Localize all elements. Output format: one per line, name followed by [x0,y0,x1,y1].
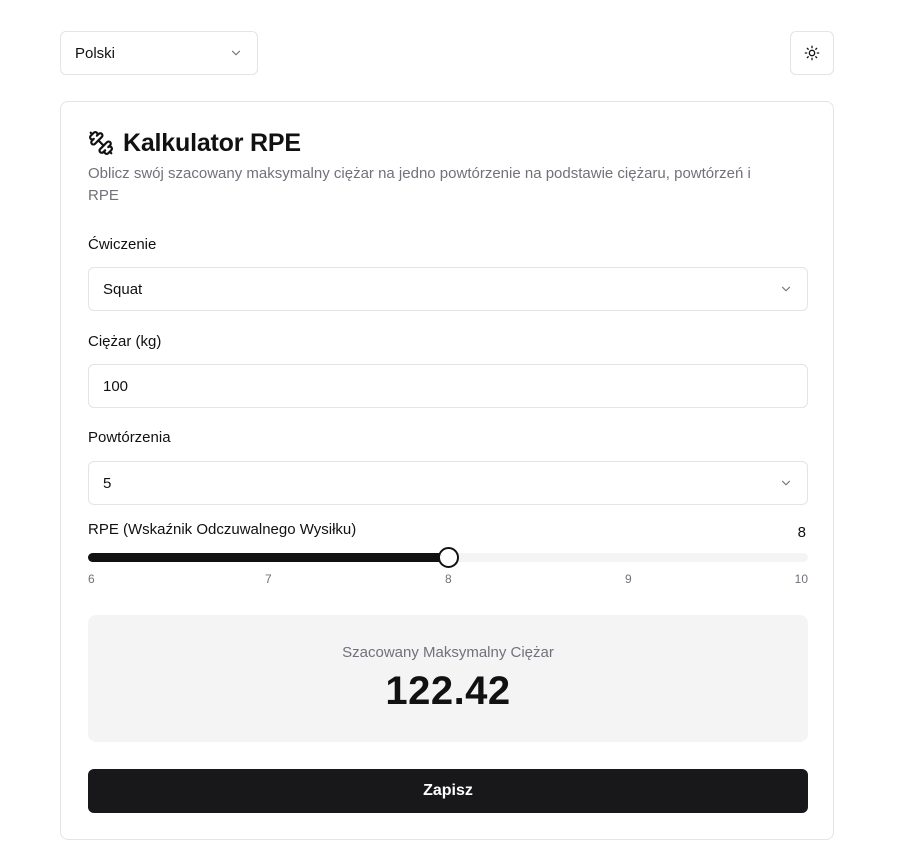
language-select[interactable]: Polski [60,31,258,75]
chevron-down-icon [781,286,791,292]
rpe-slider-fill [88,553,448,562]
weight-label: Ciężar (kg) [88,333,162,350]
reps-select-value: 5 [103,474,112,492]
rpe-tick-7: 7 [265,572,272,586]
theme-toggle-button[interactable] [790,31,834,75]
rpe-label: RPE (Wskaźnik Odczuwalnego Wysiłku) [88,521,357,538]
reps-select[interactable]: 5 [88,461,808,505]
page-subtitle: Oblicz swój szacowany maksymalny ciężar … [88,165,751,204]
rpe-current-value: 8 [797,524,806,541]
estimated-max-label: Szacowany Maksymalny Ciężar [342,644,554,661]
page-title: Kalkulator RPE [123,128,301,157]
rpe-slider[interactable] [88,547,808,568]
rpe-tick-8: 8 [445,572,452,586]
save-button[interactable]: Zapisz [88,769,808,813]
card-header: Kalkulator RPE Oblicz swój szacowany mak… [88,128,808,207]
rpe-calculator-card: Kalkulator RPE Oblicz swój szacowany mak… [60,101,834,840]
exercise-select-value: Squat [103,280,143,298]
weight-input[interactable]: 100 [88,364,808,408]
rpe-tick-10: 10 [794,572,808,586]
rpe-tick-9: 9 [625,572,632,586]
rpe-tick-labels: 6 7 8 9 10 [88,572,808,588]
top-bar: Polski [60,31,834,75]
chevron-down-icon [231,50,241,56]
sun-icon [804,45,820,61]
reps-label: Powtórzenia [88,429,171,446]
estimated-max-value: 122.42 [385,669,511,713]
rpe-slider-thumb[interactable] [437,547,459,568]
dumbbell-icon [89,131,113,155]
rpe-tick-6: 6 [88,572,95,586]
exercise-select[interactable]: Squat [88,267,808,311]
exercise-label: Ćwiczenie [88,236,157,253]
chevron-down-icon [781,480,791,486]
estimated-max-panel: Szacowany Maksymalny Ciężar 122.42 [88,615,808,742]
weight-input-value: 100 [103,377,129,395]
language-select-value: Polski [75,44,116,62]
